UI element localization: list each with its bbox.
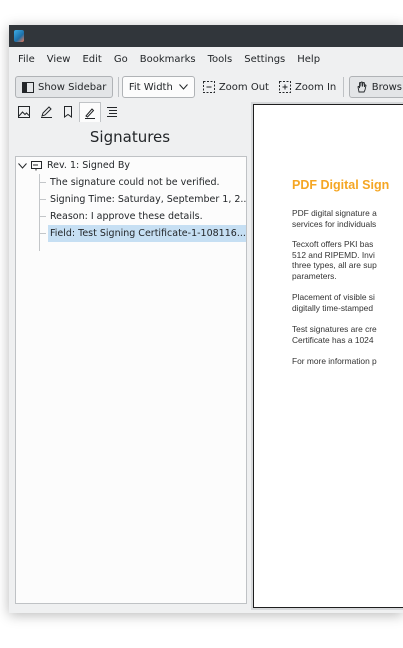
pdf-page[interactable]: PDF Digital Sign PDF digital signature a… <box>253 104 403 608</box>
signature-field-icon <box>31 160 42 171</box>
menu-settings[interactable]: Settings <box>240 54 293 65</box>
tab-thumbnails[interactable] <box>13 102 35 122</box>
okular-app-icon[interactable] <box>14 30 24 42</box>
text-line: 512 and RIPEMD. Invi <box>292 249 375 260</box>
menu-bookmarks[interactable]: Bookmarks <box>136 54 204 65</box>
tree-guide-line <box>39 174 40 251</box>
document-view[interactable]: PDF Digital Sign PDF digital signature a… <box>251 102 403 610</box>
zoom-mode-value: Fit Width <box>128 81 173 93</box>
text-line: Tecxoft offers PKI bas <box>292 239 374 249</box>
menu-edit[interactable]: Edit <box>78 54 109 65</box>
menu-tools[interactable]: Tools <box>204 54 241 65</box>
tab-annotations[interactable] <box>35 102 57 122</box>
zoom-out-button[interactable]: Zoom Out <box>199 76 273 98</box>
text-line: For more information p <box>292 356 377 366</box>
tree-item-revision[interactable]: Rev. 1: Signed By <box>18 157 244 174</box>
tab-table-of-contents[interactable] <box>101 102 123 122</box>
panel-title: Signatures <box>89 128 171 146</box>
text-line: Certificate has a 1024 <box>292 334 374 345</box>
zoom-out-label: Zoom Out <box>218 81 269 93</box>
tree-guide-line <box>39 216 46 217</box>
menu-file[interactable]: File <box>18 54 43 65</box>
tree-item-verification[interactable]: The signature could not be verified. <box>48 174 246 191</box>
text-line: parameters. <box>292 270 337 281</box>
zoom-in-icon <box>278 81 291 93</box>
zoom-mode-combo[interactable]: Fit Width <box>121 76 195 98</box>
tree-item-field[interactable]: Field: Test Signing Certificate-1-108116… <box>48 225 246 242</box>
bookmark-icon <box>63 106 73 118</box>
text-line: digitally time-stamped <box>292 302 373 313</box>
tree-item-label: The signature could not be verified. <box>50 177 220 188</box>
zoom-in-button[interactable]: Zoom In <box>275 76 340 98</box>
pen-icon <box>40 106 53 118</box>
tree-item-label: Field: Test Signing Certificate-1-108116… <box>50 228 246 239</box>
text-line: Placement of visible si <box>292 292 375 302</box>
text-line: three types, all are sup <box>292 260 377 270</box>
okular-window: File View Edit Go Bookmarks Tools Settin… <box>9 25 403 613</box>
sidebar-tab-bar <box>13 102 123 124</box>
zoom-out-icon <box>202 81 215 93</box>
tab-bookmarks[interactable] <box>57 102 79 122</box>
title-bar[interactable] <box>9 25 403 47</box>
image-icon <box>18 106 30 118</box>
document-paragraph: PDF digital signature a services for ind… <box>292 208 377 229</box>
browse-tool-button[interactable]: Brows <box>348 76 403 98</box>
document-paragraph: Tecxoft offers PKI bas 512 and RIPEMD. I… <box>292 239 377 281</box>
text-line: PDF digital signature a <box>292 208 377 218</box>
tree-item-label: Signing Time: Saturday, September 1, 2..… <box>50 194 246 205</box>
text-line: services for individuals <box>292 218 377 229</box>
document-paragraph: Test signatures are cre Certificate has … <box>292 324 377 345</box>
list-icon <box>106 106 118 118</box>
tree-item-reason[interactable]: Reason: I approve these details. <box>48 208 246 225</box>
document-title: PDF Digital Sign <box>292 178 390 192</box>
tree-guide-line <box>39 233 46 234</box>
menu-view[interactable]: View <box>43 54 79 65</box>
tab-signatures[interactable] <box>79 102 101 122</box>
browse-label: Brows <box>371 81 402 93</box>
show-sidebar-button[interactable]: Show Sidebar <box>15 76 114 98</box>
tree-item-label: Rev. 1: Signed By <box>47 160 130 171</box>
document-paragraph: For more information p <box>292 356 377 367</box>
signatures-panel: Signatures Rev. 1: Signed By The signatu… <box>13 122 247 606</box>
tree-item-label: Reason: I approve these details. <box>50 211 203 222</box>
menu-help[interactable]: Help <box>293 54 328 65</box>
tree-guide-line <box>39 182 46 183</box>
tree-item-signing-time[interactable]: Signing Time: Saturday, September 1, 2..… <box>48 191 246 208</box>
signature-icon <box>84 107 96 119</box>
chevron-down-icon[interactable] <box>18 162 27 169</box>
show-sidebar-label: Show Sidebar <box>38 81 107 93</box>
menu-go[interactable]: Go <box>110 54 136 65</box>
signatures-tree[interactable]: Rev. 1: Signed By The signature could no… <box>15 156 247 604</box>
sidebar-icon <box>22 81 34 93</box>
text-line: Test signatures are cre <box>292 324 377 334</box>
document-paragraph: Placement of visible si digitally time-s… <box>292 292 375 313</box>
chevron-down-icon <box>178 84 188 90</box>
tree-guide-line <box>39 199 46 200</box>
zoom-in-label: Zoom In <box>294 81 337 93</box>
main-toolbar: Show Sidebar Fit Width Zoom Out Zoom In <box>9 72 403 102</box>
hand-icon <box>356 81 368 93</box>
menu-bar: File View Edit Go Bookmarks Tools Settin… <box>9 47 403 71</box>
